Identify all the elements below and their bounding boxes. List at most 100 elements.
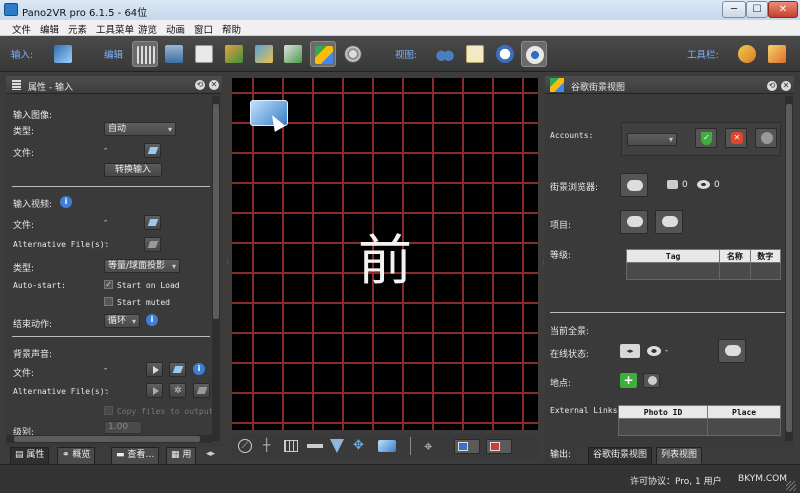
table-header[interactable]: 名称 [719, 249, 751, 263]
scrollbar-thumb[interactable] [14, 436, 200, 442]
start-muted-checkbox[interactable] [104, 297, 113, 306]
output-button[interactable] [764, 41, 790, 67]
properties-button[interactable] [132, 41, 158, 67]
menu-tour[interactable]: 游览 [138, 22, 157, 36]
hotspot-button[interactable] [221, 41, 247, 67]
info-icon[interactable]: i [146, 314, 158, 326]
input-button[interactable] [50, 41, 76, 67]
tab-overview[interactable]: ⚭ 概览 [57, 447, 96, 464]
minimize-button[interactable]: ─ [722, 1, 746, 18]
resize-grip-icon[interactable] [786, 481, 796, 491]
table-header[interactable]: Tag [625, 249, 721, 263]
user-data-button[interactable] [191, 41, 217, 67]
accounts-select[interactable] [627, 133, 677, 146]
panorama-viewport[interactable]: 前 [232, 78, 538, 430]
properties-h-scrollbar[interactable] [6, 435, 212, 443]
sound-file-browse-button[interactable] [169, 362, 186, 377]
eye-view-button[interactable] [521, 41, 547, 67]
streetview-browser-button[interactable] [620, 173, 648, 197]
table-header[interactable]: Place [707, 405, 781, 419]
animation-button[interactable] [340, 41, 366, 67]
funnel-icon[interactable] [330, 439, 344, 453]
tab-properties[interactable]: ▤ 属性 [10, 447, 50, 464]
tab-viewer[interactable]: ▬ 查看… [111, 447, 160, 464]
move-arrows-icon[interactable]: ✥ [353, 438, 364, 453]
close-button[interactable]: ✕ [768, 1, 798, 18]
sound-alt-browse-button[interactable] [193, 383, 210, 398]
map-button[interactable] [251, 41, 277, 67]
red-color-picker[interactable] [486, 439, 512, 454]
close-panel-icon[interactable]: ✕ [781, 81, 791, 91]
menu-help[interactable]: 帮助 [222, 22, 241, 36]
splitter-handle[interactable]: ⋮ [224, 258, 231, 274]
sync-arrows-icon[interactable]: ◂▸ [620, 344, 640, 358]
account-user-button[interactable] [755, 128, 777, 148]
scrollbar-thumb[interactable] [786, 104, 792, 432]
menu-tools[interactable]: 工具菜单 [96, 22, 134, 36]
pano-upload-button[interactable] [718, 339, 746, 363]
sound-alt-settings-button[interactable]: ✲ [169, 383, 186, 398]
scrollbar-thumb[interactable] [213, 104, 219, 319]
menu-window[interactable]: 窗口 [194, 22, 213, 36]
remove-account-button[interactable]: ✕ [725, 128, 747, 148]
wizard-button[interactable] [734, 41, 760, 67]
end-action-label: 结束动作: [13, 320, 53, 330]
sound-level-input[interactable]: 1.00 [104, 421, 142, 434]
toolbar-divider [410, 437, 411, 455]
info-icon[interactable]: i [193, 363, 205, 375]
tab-google-streetview[interactable]: 谷歌街景视图 [588, 447, 653, 464]
start-on-load-checkbox[interactable]: ✓ [104, 280, 113, 289]
table-row[interactable] [617, 418, 781, 436]
table-row[interactable] [625, 262, 782, 280]
maximize-button[interactable]: ☐ [746, 1, 768, 18]
image-type-select[interactable]: 自动 [104, 122, 176, 136]
table-header[interactable]: 数字 [749, 249, 782, 263]
preview-button[interactable] [492, 41, 518, 67]
streetview-scrollbar[interactable] [785, 96, 793, 441]
menu-animation[interactable]: 动画 [166, 22, 185, 36]
wizard-icon [738, 45, 756, 63]
verify-account-button[interactable]: ✓ [695, 128, 717, 148]
notes-button[interactable] [462, 41, 488, 67]
menu-file[interactable]: 文件 [12, 22, 31, 36]
convert-input-button[interactable]: 转换输入 [104, 163, 162, 177]
splitter-handle[interactable]: ⋮ [540, 258, 547, 274]
float-icon[interactable]: ⟲ [195, 80, 205, 90]
crosshair-line-icon[interactable]: ┼ [263, 438, 270, 452]
end-action-select[interactable]: 循环 [104, 314, 140, 328]
sound-alt-play-button[interactable] [146, 383, 163, 398]
target-icon[interactable]: ⌖ [424, 437, 432, 455]
project-upload-button[interactable] [620, 210, 648, 234]
external-links-table[interactable]: Photo ID Place [617, 405, 781, 436]
menu-edit[interactable]: 编辑 [40, 22, 59, 36]
table-header[interactable]: Photo ID [617, 405, 709, 419]
close-panel-icon[interactable]: ✕ [209, 80, 219, 90]
menu-elements[interactable]: 元素 [68, 22, 87, 36]
level-table[interactable]: Tag 名称 数字 [625, 249, 782, 280]
properties-scrollbar[interactable] [212, 96, 220, 441]
mask-button[interactable] [280, 41, 306, 67]
sound-play-button[interactable] [146, 362, 163, 377]
project-download-button[interactable] [655, 210, 683, 234]
tab-scroll-arrows[interactable]: ◂▸ [206, 449, 220, 463]
tab-more[interactable]: ▦ 用 [166, 447, 197, 464]
panorama-icon[interactable] [378, 440, 396, 452]
copy-files-checkbox[interactable] [104, 406, 113, 415]
ruler-icon[interactable] [307, 444, 323, 448]
google-streetview-button[interactable] [310, 41, 336, 67]
image-file-browse-button[interactable] [144, 143, 161, 158]
video-alt-browse-button[interactable] [144, 237, 161, 252]
info-icon[interactable]: i [60, 196, 72, 208]
viewing-params-button[interactable] [161, 41, 187, 67]
grid-icon[interactable] [284, 440, 298, 452]
tab-list-view[interactable]: 列表视图 [656, 447, 703, 464]
video-type-select[interactable]: 等量/球面投影 [104, 259, 180, 273]
compass-icon[interactable]: ⟋ [238, 439, 252, 453]
float-icon[interactable]: ⟲ [767, 81, 777, 91]
location-picker-button[interactable] [643, 373, 660, 388]
blue-color-picker[interactable] [454, 439, 480, 454]
add-location-button[interactable]: + [620, 373, 637, 388]
video-file-browse-button[interactable] [144, 215, 161, 230]
id-card-icon [195, 45, 213, 63]
binoculars-button[interactable] [432, 41, 458, 67]
